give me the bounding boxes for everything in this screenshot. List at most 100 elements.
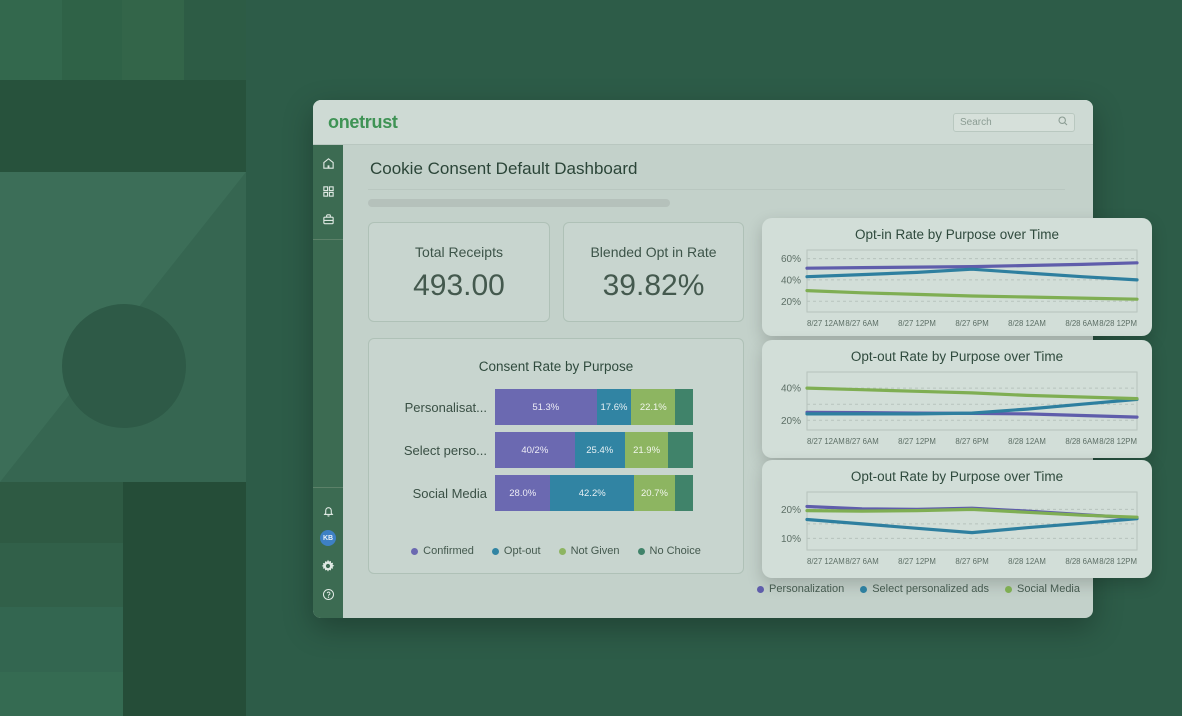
legend-item: Not Given [559,545,620,557]
bar-segment [675,389,693,425]
bar-row-label: Social Media [387,486,495,501]
onetrust-logo: onetrust [328,112,398,133]
chart-legend: Confirmed Opt-out Not Given No Choice [369,545,743,557]
gear-icon[interactable] [313,552,343,580]
bar-row: Social Media28.0%42.2%20.7% [387,475,693,511]
home-icon[interactable] [313,149,343,177]
bar-segment: 51.3% [495,389,597,425]
chart-title: Opt-out Rate by Purpose over Time [762,349,1152,364]
legend-label: Opt-out [504,545,541,557]
search-box[interactable] [953,113,1075,132]
stat-label: Blended Opt in Rate [564,244,743,260]
legend-dot [638,548,645,555]
line-chart-svg: 20%40%60%8/27 12AM8/27 6AM8/27 12PM8/27 … [771,246,1143,332]
main-content: Cookie Consent Default Dashboard Total R… [343,145,1093,618]
bell-icon[interactable] [313,496,343,524]
search-input[interactable] [960,117,1058,128]
svg-text:8/28 12PM: 8/28 12PM [1099,557,1137,566]
svg-text:8/27 12PM: 8/27 12PM [898,557,936,566]
bg-square [123,482,246,716]
chart-title: Consent Rate by Purpose [369,359,743,374]
svg-text:8/28 12PM: 8/28 12PM [1099,319,1137,328]
legend-item: No Choice [638,545,701,557]
consent-rate-chart-card: Consent Rate by Purpose Personalisat...5… [368,338,744,574]
legend-dot [492,548,499,555]
bg-square [0,607,123,672]
bar-row: Select perso...40/2%25.4%21.9% [387,432,693,468]
apps-grid-icon[interactable] [313,177,343,205]
svg-text:8/27 12AM: 8/27 12AM [807,437,845,446]
stat-value: 39.82% [564,269,743,303]
bg-square [184,0,246,80]
bar-row-label: Personalisat... [387,400,495,415]
stacked-bar: 40/2%25.4%21.9% [495,432,693,468]
legend-item: Personalization [757,583,844,595]
title-divider [368,189,1065,190]
bar-segment [668,432,693,468]
stacked-bar: 28.0%42.2%20.7% [495,475,693,511]
svg-text:8/27 6PM: 8/27 6PM [955,557,988,566]
line-chart: 20%40%8/27 12AM8/27 6AM8/27 12PM8/27 6PM… [771,368,1143,455]
briefcase-icon[interactable] [313,205,343,233]
app-window: onetrust KB [313,100,1093,618]
bar-segment: 28.0% [495,475,550,511]
sidebar-divider [313,239,343,240]
chart-title: Opt-out Rate by Purpose over Time [762,469,1152,484]
legend-item: Opt-out [492,545,541,557]
svg-text:8/27 6PM: 8/27 6PM [955,319,988,328]
stacked-bar: 51.3%17.6%22.1% [495,389,693,425]
svg-text:8/28 6AM: 8/28 6AM [1065,557,1098,566]
avatar-initials: KB [320,530,336,546]
svg-text:8/28 12AM: 8/28 12AM [1008,437,1046,446]
legend-dot [411,548,418,555]
legend-label: Social Media [1017,583,1080,595]
bar-segment: 40/2% [495,432,575,468]
svg-text:40%: 40% [781,275,801,286]
svg-text:8/28 6AM: 8/28 6AM [1065,437,1098,446]
svg-text:40%: 40% [781,384,801,395]
opt-out-rate-chart-card-2: Opt-out Rate by Purpose over Time 10%20%… [762,460,1152,578]
bar-segment [675,475,693,511]
line-chart-svg: 20%40%8/27 12AM8/27 6AM8/27 12PM8/27 6PM… [771,368,1143,450]
legend-label: Select personalized ads [872,583,989,595]
legend-dot [1005,586,1012,593]
bg-square [0,672,123,716]
opt-out-rate-chart-card-1: Opt-out Rate by Purpose over Time 20% 40%… [762,340,1152,458]
legend-dot [559,548,566,555]
bar-segment: 42.2% [550,475,634,511]
sidebar-nav: KB [313,145,343,618]
page-title: Cookie Consent Default Dashboard [370,159,637,179]
legend-item: Confirmed [411,545,474,557]
bg-circle [62,304,186,428]
search-icon [1058,113,1068,131]
svg-text:20%: 20% [781,505,801,516]
line-chart-svg: 10%20%8/27 12AM8/27 6AM8/27 12PM8/27 6PM… [771,488,1143,570]
svg-text:20%: 20% [781,416,801,427]
bar-segment: 17.6% [597,389,632,425]
legend-label: Personalization [769,583,844,595]
sidebar-divider [313,487,343,488]
legend-dot [860,586,867,593]
svg-text:8/27 6PM: 8/27 6PM [955,437,988,446]
bg-square [0,0,62,80]
svg-text:8/27 12PM: 8/27 12PM [898,319,936,328]
legend-label: Not Given [571,545,620,557]
purpose-legend: Personalization Select personalized ads So… [757,583,1147,595]
bg-band [0,80,246,172]
window-header: onetrust [313,100,1093,145]
chart-title: Opt-in Rate by Purpose over Time [762,227,1152,242]
bg-square [0,543,123,607]
avatar[interactable]: KB [313,524,343,552]
svg-text:60%: 60% [781,254,801,265]
legend-item: Select personalized ads [860,583,989,595]
help-icon[interactable] [313,580,343,608]
stat-value: 493.00 [369,269,549,303]
legend-label: Confirmed [423,545,474,557]
bg-square [122,0,184,80]
svg-text:8/27 12AM: 8/27 12AM [807,557,845,566]
svg-text:8/27 12AM: 8/27 12AM [807,319,845,328]
bar-row-label: Select perso... [387,443,495,458]
line-chart: 10%20%8/27 12AM8/27 6AM8/27 12PM8/27 6PM… [771,488,1143,575]
bar-segment: 25.4% [575,432,625,468]
svg-text:8/27 6AM: 8/27 6AM [845,437,878,446]
